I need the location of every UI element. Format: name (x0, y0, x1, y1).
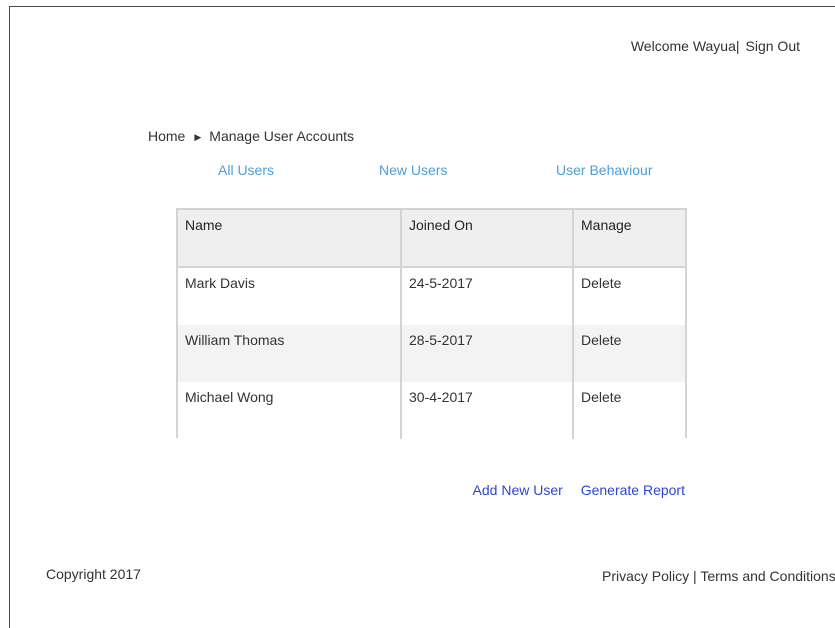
terms-and-conditions-link[interactable]: Terms and Conditions (700, 568, 835, 584)
joined-date-cell: 30-4-2017 (400, 382, 573, 439)
privacy-policy-link[interactable]: Privacy Policy (602, 568, 689, 584)
user-name-cell: Mark Davis (178, 267, 401, 325)
table-header-row: Name Joined On Manage (178, 210, 685, 268)
delete-user-link[interactable]: Delete (572, 382, 685, 439)
table-row: Michael Wong 30-4-2017 Delete (178, 382, 685, 439)
column-header-manage: Manage (572, 210, 685, 268)
delete-user-link[interactable]: Delete (572, 267, 685, 325)
column-header-joined-on: Joined On (400, 210, 573, 268)
table-row: Mark Davis 24-5-2017 Delete (178, 267, 685, 325)
generate-report-link[interactable]: Generate Report (581, 482, 685, 498)
tab-user-behaviour[interactable]: User Behaviour (556, 162, 653, 178)
user-name-cell: William Thomas (178, 325, 401, 382)
tab-new-users[interactable]: New Users (379, 162, 447, 178)
breadcrumb-arrow-icon: ▶ (194, 132, 202, 142)
users-table: Name Joined On Manage Mark Davis 24-5-20… (178, 210, 685, 439)
header-user-bar: Welcome Wayua| Sign Out (631, 38, 800, 54)
delete-user-link[interactable]: Delete (572, 325, 685, 382)
footer-separator: | (693, 568, 697, 584)
sign-out-link[interactable]: Sign Out (746, 38, 800, 54)
breadcrumb: Home ▶ Manage User Accounts (148, 128, 354, 144)
copyright-text: Copyright 2017 (46, 566, 141, 582)
joined-date-cell: 24-5-2017 (400, 267, 573, 325)
breadcrumb-home[interactable]: Home (148, 128, 185, 144)
welcome-text: Welcome Wayua| (630, 38, 740, 54)
table-row: William Thomas 28-5-2017 Delete (178, 325, 685, 382)
column-header-name: Name (178, 210, 401, 268)
breadcrumb-current: Manage User Accounts (209, 128, 355, 144)
tab-all-users[interactable]: All Users (218, 162, 274, 178)
users-table-container: Name Joined On Manage Mark Davis 24-5-20… (176, 208, 687, 439)
joined-date-cell: 28-5-2017 (400, 325, 573, 382)
add-new-user-link[interactable]: Add New User (473, 482, 563, 498)
footer-links: Privacy Policy | Terms and Conditions (602, 568, 835, 584)
table-actions: Add New User Generate Report (459, 482, 685, 498)
user-name-cell: Michael Wong (178, 382, 401, 439)
